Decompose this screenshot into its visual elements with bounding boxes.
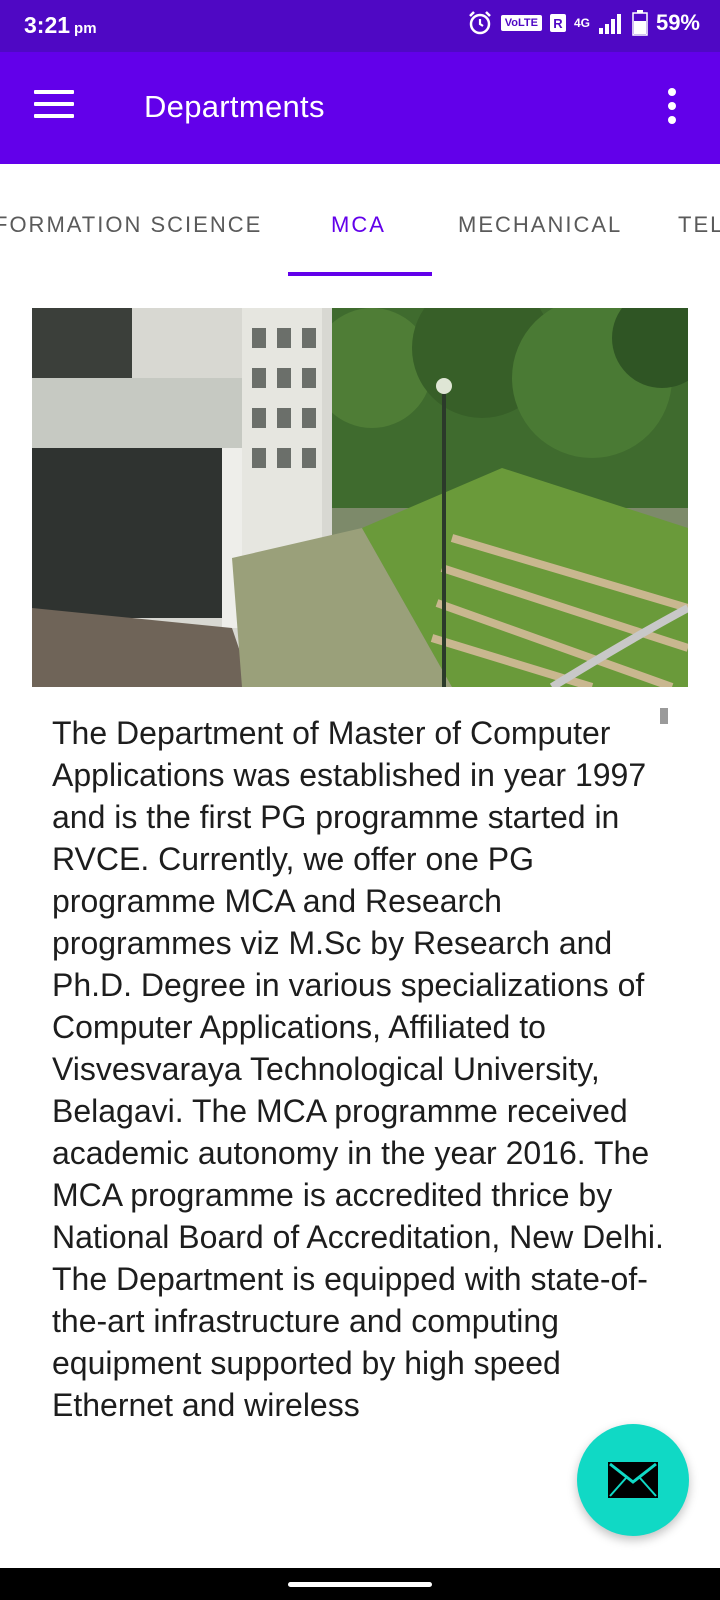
department-photo (32, 308, 688, 687)
network-type: 4G (573, 16, 590, 30)
system-nav-bar (0, 1568, 720, 1600)
mail-icon (608, 1462, 658, 1498)
status-time: 3:21 pm (24, 12, 97, 38)
tab-tel[interactable]: TEL (678, 212, 720, 238)
scrollbar[interactable] (660, 708, 668, 724)
tab-mca[interactable]: MCA (331, 212, 386, 238)
signal-icon (598, 14, 621, 34)
page-title: Departments (144, 89, 325, 124)
mail-fab-button[interactable] (577, 1424, 689, 1536)
status-time-suffix: pm (74, 20, 97, 37)
roaming-badge: R (549, 14, 566, 32)
app-bar: Departments (0, 52, 720, 164)
tab-information-science[interactable]: FORMATION SCIENCE (0, 212, 262, 238)
status-bar: 3:21 pm VoLTE R 4G 59% (0, 0, 720, 52)
status-icons: VoLTE R 4G 59% (467, 10, 700, 36)
department-tabs: FORMATION SCIENCE MCA MECHANICAL TEL (0, 164, 720, 276)
battery-icon (632, 10, 648, 36)
volte-badge: VoLTE (500, 15, 542, 31)
tab-mechanical[interactable]: MECHANICAL (458, 212, 622, 238)
hamburger-menu-icon[interactable] (34, 90, 74, 124)
department-description: The Department of Master of Computer App… (52, 715, 664, 1423)
alarm-icon (468, 11, 491, 35)
more-vertical-icon[interactable] (666, 88, 678, 126)
battery-percent: 59% (655, 10, 700, 35)
tab-indicator (288, 272, 432, 276)
home-gesture-handle[interactable] (288, 1582, 432, 1587)
